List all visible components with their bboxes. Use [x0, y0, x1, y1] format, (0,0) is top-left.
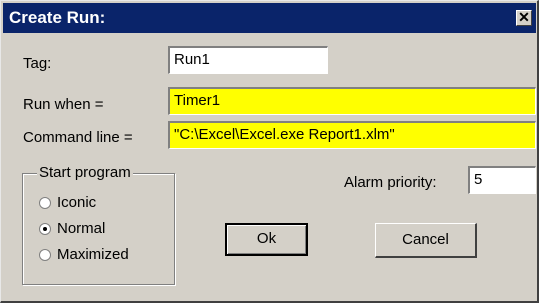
command-line-input[interactable]: "C:\Excel\Excel.exe Report1.xlm" [168, 121, 536, 149]
alarm-priority-label: Alarm priority: [344, 174, 437, 191]
alarm-priority-input[interactable]: 5 [468, 166, 536, 194]
radio-selected-dot [43, 227, 47, 231]
radio-iconic-label: Iconic [57, 194, 97, 211]
run-when-input[interactable]: Timer1 [168, 87, 536, 115]
run-when-label: Run when = [23, 96, 104, 113]
cancel-button[interactable]: Cancel [375, 223, 477, 258]
title-bar[interactable]: Create Run: ✕ [3, 3, 536, 33]
tag-input[interactable]: Run1 [168, 46, 328, 74]
command-line-label: Command line = [23, 129, 133, 146]
ok-button[interactable]: Ok [225, 223, 308, 256]
close-button[interactable]: ✕ [516, 10, 532, 26]
radio-normal-circle[interactable] [39, 223, 51, 235]
close-icon: ✕ [518, 9, 530, 25]
create-run-dialog: Create Run: ✕ Tag: Run1 Run when = Timer… [0, 0, 539, 303]
radio-maximized-label: Maximized [57, 246, 129, 263]
window-title: Create Run: [9, 8, 106, 27]
radio-maximized-circle[interactable] [39, 249, 51, 261]
tag-label: Tag: [23, 55, 52, 72]
radio-normal-label: Normal [57, 220, 106, 237]
start-program-title: Start program [37, 164, 133, 182]
radio-iconic-circle[interactable] [39, 197, 51, 209]
